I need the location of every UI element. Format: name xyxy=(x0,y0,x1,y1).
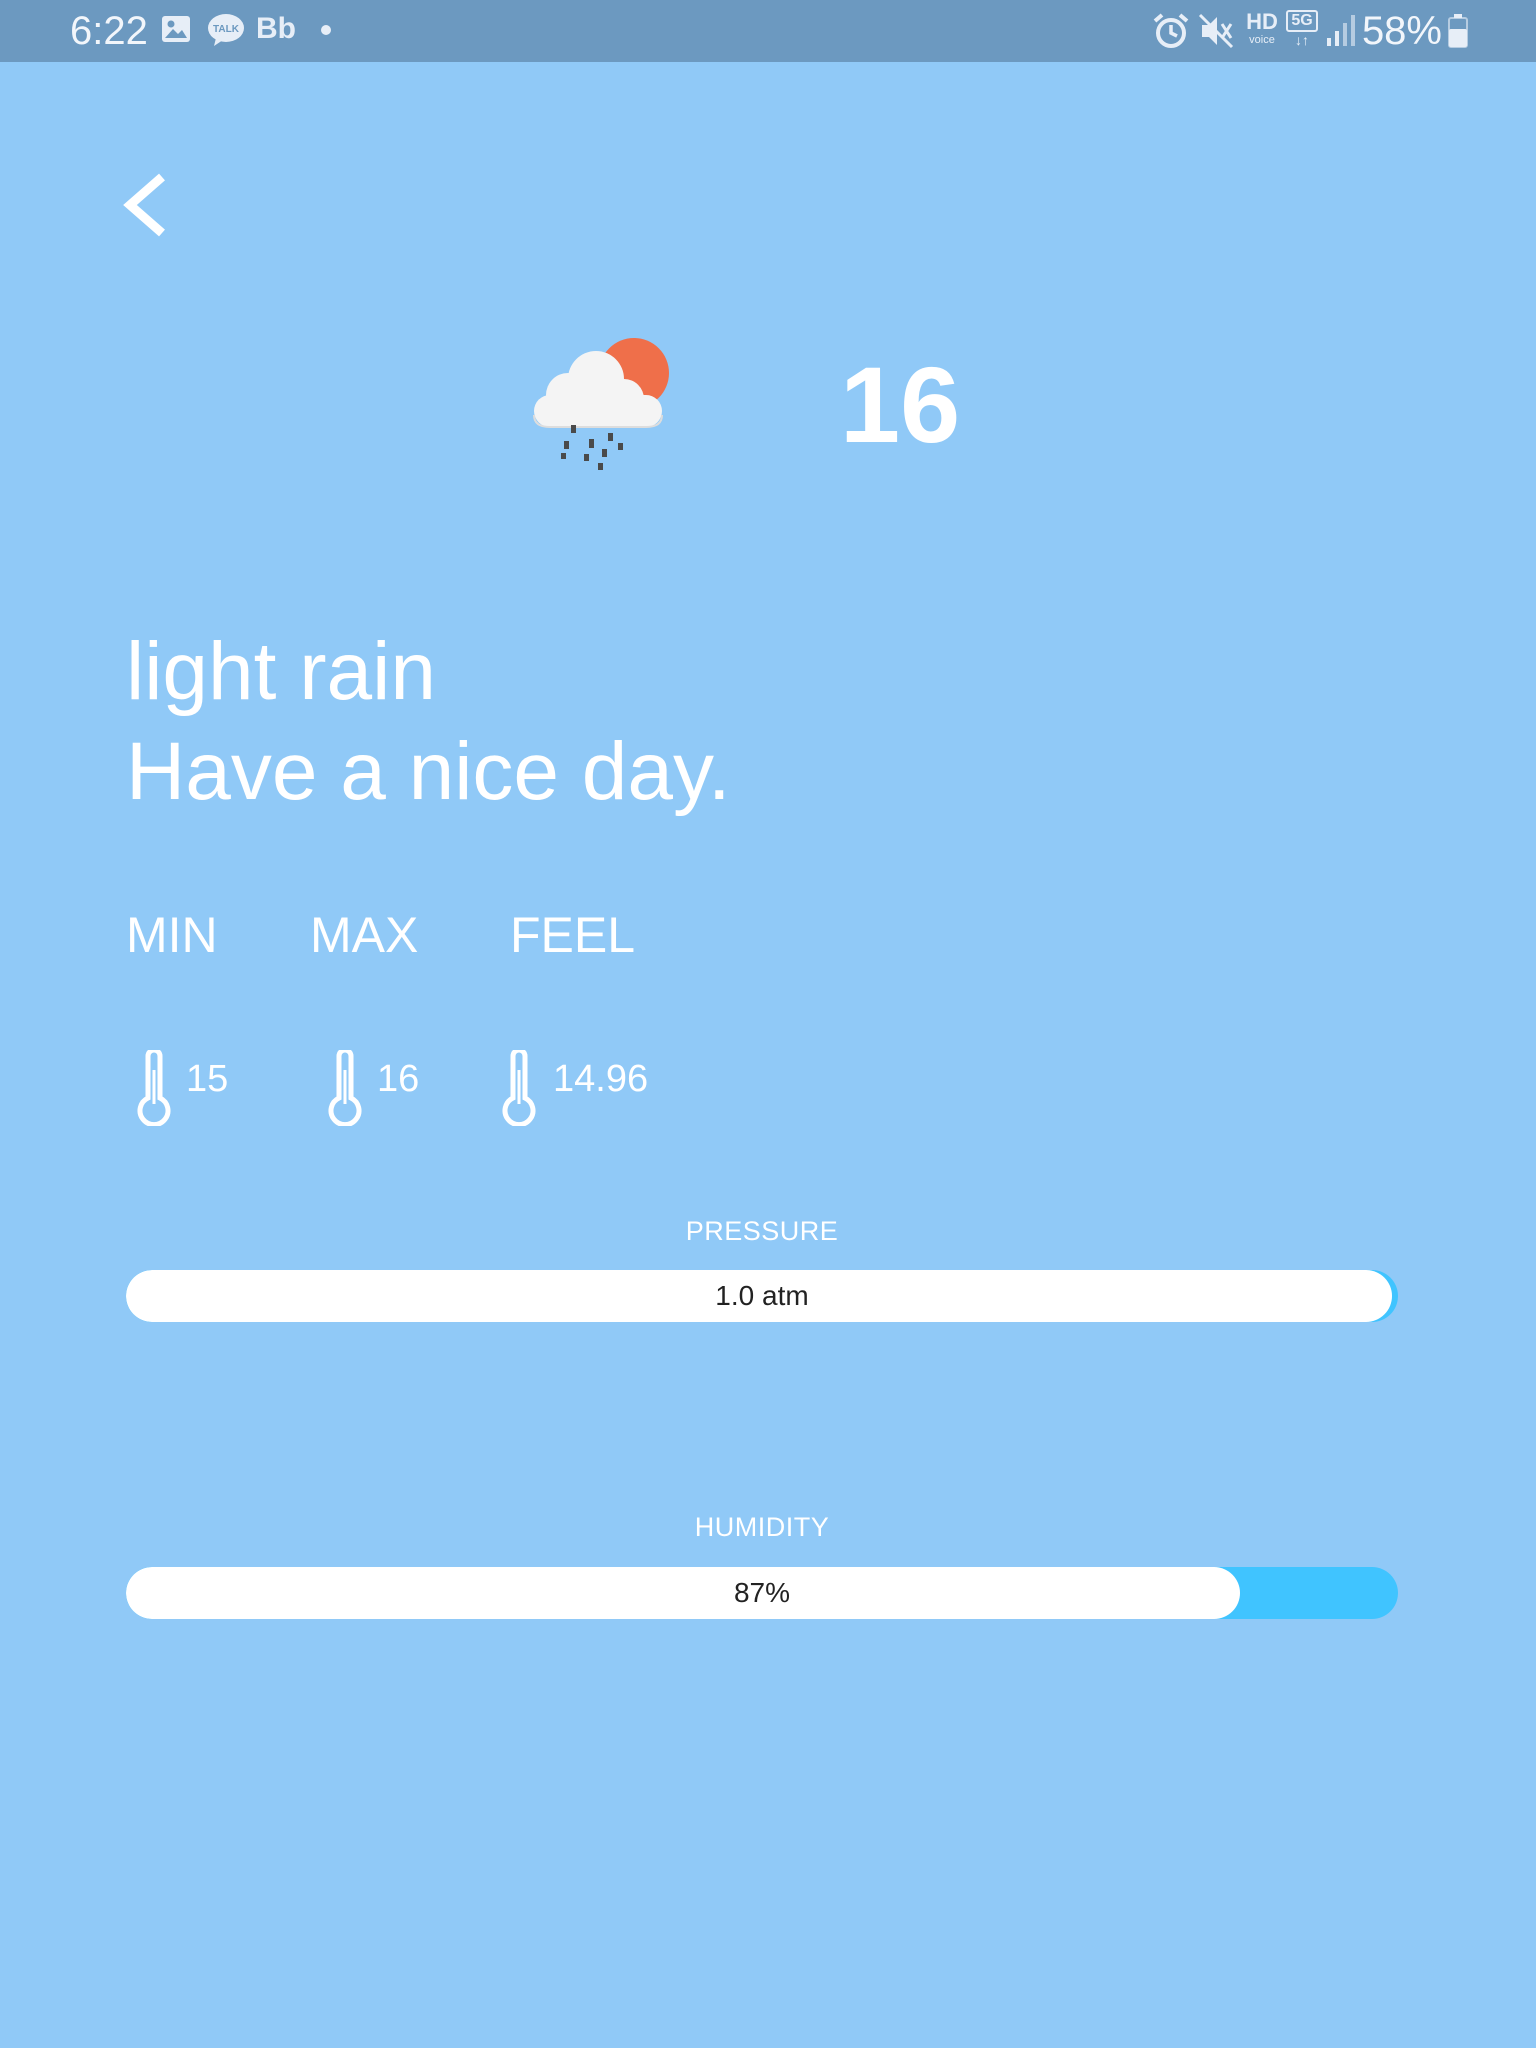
cloud-sun-rain-icon xyxy=(533,338,669,470)
feel-temperature-value: 14.96 xyxy=(553,1058,649,1100)
thermometer-icon xyxy=(137,1050,171,1126)
humidity-bar: 87% xyxy=(126,1567,1398,1619)
network-label: 5G xyxy=(1286,10,1318,32)
thermometer-icon xyxy=(502,1050,536,1126)
alarm-icon xyxy=(1153,13,1189,48)
current-temperature: 16 xyxy=(840,344,961,465)
feel-temperature: 14.96 xyxy=(499,1050,679,1126)
battery-percent: 58% xyxy=(1361,9,1442,53)
vibrate-mute-icon xyxy=(1198,13,1234,49)
max-label: MAX xyxy=(310,907,419,963)
status-bar: 6:22 TALK Bb HD voice 5G ↓↑ 58% xyxy=(0,0,1536,62)
talk-label: TALK xyxy=(213,24,240,35)
more-notifications-dot-icon xyxy=(321,25,331,35)
min-temperature-value: 15 xyxy=(186,1058,229,1100)
humidity-value: 87% xyxy=(733,1577,791,1608)
status-time: 6:22 xyxy=(70,9,148,53)
weather-description-block: light rain Have a nice day. xyxy=(126,622,731,822)
5g-network-icon: 5G ↓↑ xyxy=(1286,10,1318,50)
pressure-value: 1.0 atm xyxy=(715,1280,809,1311)
hd-voice-icon: HD voice xyxy=(1242,10,1282,50)
max-temperature: 16 xyxy=(325,1050,445,1126)
feel-label: FEEL xyxy=(510,907,636,963)
min-temperature: 15 xyxy=(134,1050,254,1126)
voice-label: voice xyxy=(1249,34,1275,46)
weather-description: light rain xyxy=(126,626,436,717)
hd-label: HD xyxy=(1246,9,1278,34)
pressure-bar: 1.0 atm xyxy=(126,1270,1398,1322)
weather-detail-screen: 6:22 TALK Bb HD voice 5G ↓↑ 58% 16 light… xyxy=(0,0,1536,2048)
greeting-text: Have a nice day. xyxy=(126,726,731,817)
pressure-label: PRESSURE xyxy=(685,1216,839,1246)
min-label: MIN xyxy=(126,907,218,963)
humidity-label: HUMIDITY xyxy=(694,1512,830,1542)
thermometer-icon xyxy=(328,1050,362,1126)
gallery-notification-icon xyxy=(162,16,190,42)
kakaotalk-notification-icon: TALK xyxy=(208,14,244,46)
bb-notification-icon: Bb xyxy=(256,12,296,45)
battery-icon xyxy=(1448,14,1468,48)
signal-strength-icon xyxy=(1327,15,1355,46)
max-temperature-value: 16 xyxy=(377,1058,420,1100)
back-button[interactable] xyxy=(110,165,180,245)
